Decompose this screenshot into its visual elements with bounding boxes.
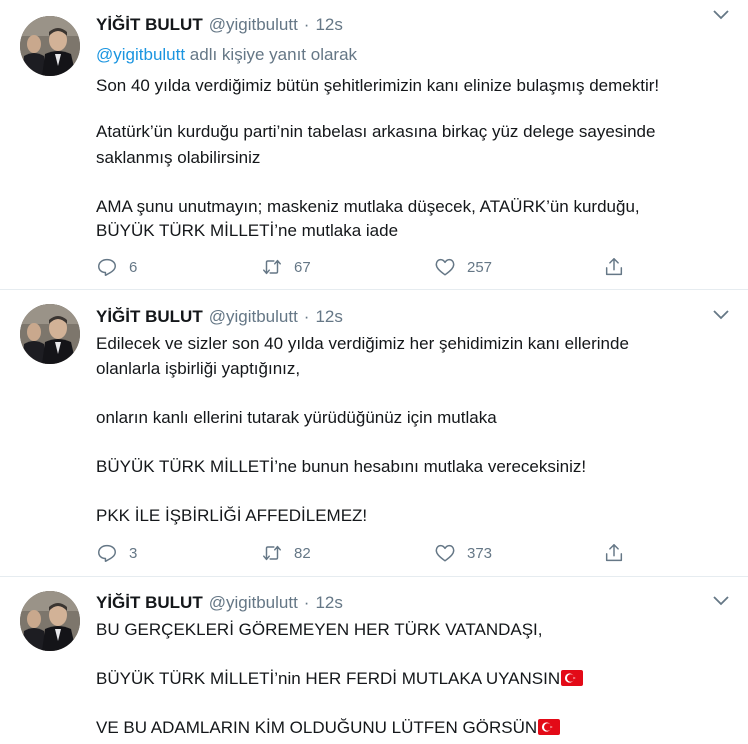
tweet-text-line: saklanmış olabilirsiniz: [96, 148, 261, 167]
like-button[interactable]: 373: [434, 541, 492, 565]
reply-context-text: adlı kişiye yanıt olarak: [185, 45, 358, 64]
tweet-text-line: olanlarla işbirliği yaptığınız,: [96, 359, 301, 378]
tweet-actions: 3 82 373: [96, 541, 656, 565]
caret-down-icon[interactable]: [712, 308, 730, 322]
retweet-button[interactable]: 67: [261, 255, 311, 279]
reply-icon: [98, 258, 116, 276]
like-icon: [435, 258, 455, 276]
avatar[interactable]: [20, 16, 80, 76]
timestamp[interactable]: 12s: [315, 307, 342, 327]
tweet[interactable]: YİĞİT BULUT @yigitbulutt · 12s Edilecek …: [0, 290, 748, 576]
reply-mention-link[interactable]: @yigitbulutt: [96, 45, 185, 64]
tweet-text-line: Edilecek ve sizler son 40 yılda verdiğim…: [96, 334, 629, 353]
author-handle[interactable]: @yigitbulutt: [209, 15, 298, 35]
retweet-icon: [263, 259, 281, 275]
tweet-text: VE BU ADAMLARIN KİM OLDUĞUNU LÜTFEN GÖRS…: [96, 718, 538, 737]
like-icon: [435, 544, 455, 562]
timestamp[interactable]: 12s: [315, 15, 342, 35]
tweet-text-line: BÜYÜK TÜRK MİLLETİ’ne bunun hesabını mut…: [96, 457, 587, 476]
reply-count: 6: [129, 258, 138, 276]
author-name[interactable]: YİĞİT BULUT: [96, 307, 203, 327]
separator: ·: [303, 15, 310, 34]
reply-button[interactable]: 6: [96, 255, 137, 279]
author-name[interactable]: YİĞİT BULUT: [96, 593, 203, 613]
tweet-text-line: BU GERÇEKLERİ GÖREMEYEN HER TÜRK VATANDA…: [96, 620, 543, 639]
turkish-flag-icon: [561, 670, 584, 686]
avatar[interactable]: [20, 591, 80, 651]
tweet-text-line: BÜYÜK TÜRK MİLLETİ’nin HER FERDİ MUTLAKA…: [96, 668, 584, 690]
author-name[interactable]: YİĞİT BULUT: [96, 15, 203, 35]
reply-count: 3: [129, 544, 138, 562]
separator: ·: [303, 307, 310, 326]
author-handle[interactable]: @yigitbulutt: [209, 307, 298, 327]
retweet-count: 67: [294, 258, 311, 276]
tweet-text-line: PKK İLE İŞBİRLİĞİ AFFEDİLEMEZ!: [96, 506, 368, 525]
separator: ·: [303, 593, 310, 612]
tweet-text-line: BÜYÜK TÜRK MİLLETİ’ne mutlaka iade: [96, 221, 399, 240]
timestamp[interactable]: 12s: [315, 593, 342, 613]
like-button[interactable]: 257: [434, 255, 492, 279]
tweet-actions: 6 67 257: [96, 255, 656, 279]
turkish-flag-icon: [538, 719, 561, 735]
tweet-text-line: VE BU ADAMLARIN KİM OLDUĞUNU LÜTFEN GÖRS…: [96, 717, 561, 739]
caret-down-icon[interactable]: [712, 8, 730, 22]
retweet-icon: [263, 545, 281, 561]
reply-context: @yigitbulutt adlı kişiye yanıt olarak: [96, 45, 357, 65]
tweet-text-line: onların kanlı ellerini tutarak yürüdüğün…: [96, 408, 497, 427]
tweet-text-line: Son 40 yılda verdiğimiz bütün şehitlerim…: [96, 76, 660, 95]
share-button[interactable]: [603, 541, 625, 565]
share-icon: [605, 258, 623, 276]
author-handle[interactable]: @yigitbulutt: [209, 593, 298, 613]
tweet-text-line: Atatürk’ün kurduğu parti’nin tabelası ar…: [96, 122, 656, 141]
reply-icon: [98, 544, 116, 562]
like-count: 257: [467, 258, 493, 276]
tweet-text: BÜYÜK TÜRK MİLLETİ’nin HER FERDİ MUTLAKA…: [96, 669, 561, 688]
retweet-button[interactable]: 82: [261, 541, 311, 565]
like-count: 373: [467, 544, 493, 562]
caret-down-icon[interactable]: [712, 594, 730, 608]
retweet-count: 82: [294, 544, 311, 562]
share-icon: [605, 544, 623, 562]
tweet[interactable]: YİĞİT BULUT @yigitbulutt · 12s BU GERÇEK…: [0, 577, 748, 744]
tweet-text-line: AMA şunu unutmayın; maskeniz mutlaka düş…: [96, 197, 640, 216]
tweet[interactable]: YİĞİT BULUT @yigitbulutt · 12s @yigitbul…: [0, 0, 748, 289]
share-button[interactable]: [603, 255, 625, 279]
avatar[interactable]: [20, 304, 80, 364]
reply-button[interactable]: 3: [96, 541, 137, 565]
